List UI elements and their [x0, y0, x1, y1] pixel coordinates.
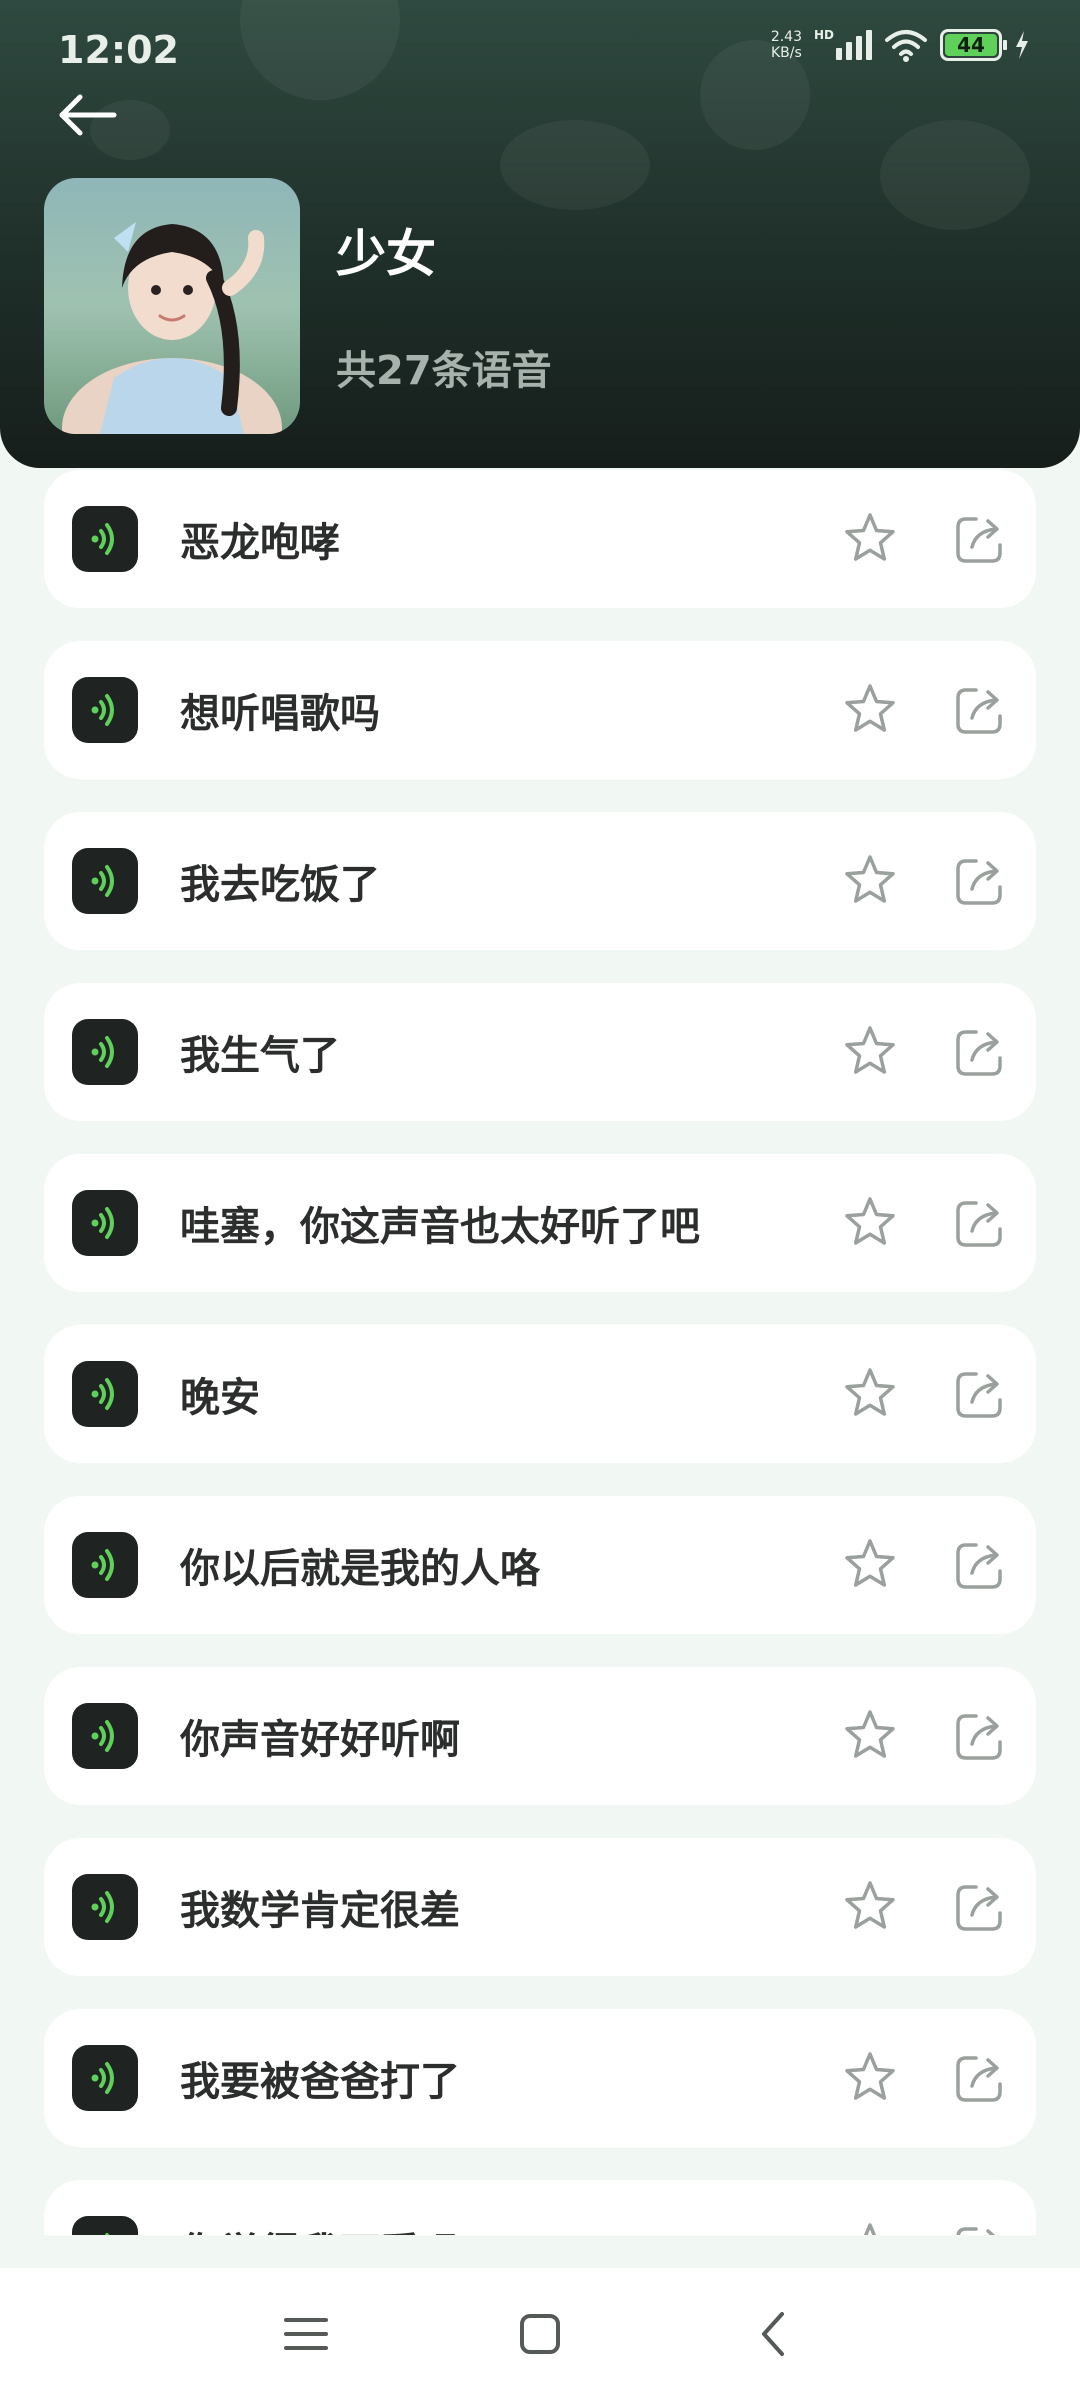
voice-count: 共27条语音	[336, 348, 552, 394]
voice-item-label: 我去吃饭了	[180, 862, 380, 908]
voice-item-label: 你声音好好听啊	[180, 1717, 460, 1763]
voice-item-label: 我数学肯定很差	[180, 1888, 460, 1934]
net-speed: 2.43 KB/s	[771, 29, 802, 61]
star-outline-icon[interactable]	[840, 2219, 900, 2235]
share-icon[interactable]	[950, 509, 1010, 569]
share-icon[interactable]	[950, 851, 1010, 911]
star-outline-icon[interactable]	[840, 1193, 900, 1253]
sound-wave-icon	[91, 1549, 114, 1581]
star-outline-icon[interactable]	[840, 1706, 900, 1766]
share-icon[interactable]	[950, 1193, 1010, 1253]
voice-item[interactable]: 你以后就是我的人咯	[44, 1496, 1036, 1634]
battery-level: 44	[945, 33, 997, 57]
home-square-icon[interactable]	[508, 2302, 572, 2366]
play-button[interactable]	[72, 677, 138, 743]
voice-item[interactable]: 你声音好好听啊	[44, 1667, 1036, 1805]
star-outline-icon[interactable]	[840, 680, 900, 740]
status-time: 12:02	[58, 28, 179, 72]
net-speed-value: 2.43	[770, 29, 802, 45]
sound-wave-icon	[91, 1891, 114, 1923]
play-button[interactable]	[72, 2216, 138, 2235]
star-outline-icon[interactable]	[840, 1022, 900, 1082]
voice-item[interactable]: 你觉得我可爱吗	[44, 2180, 1036, 2235]
voice-item[interactable]: 恶龙咆哮	[44, 470, 1036, 608]
play-button[interactable]	[72, 1532, 138, 1598]
voice-item-label: 我生气了	[180, 1033, 340, 1079]
star-outline-icon[interactable]	[840, 1535, 900, 1595]
play-button[interactable]	[72, 848, 138, 914]
share-icon[interactable]	[950, 2048, 1010, 2108]
voice-list: 恶龙咆哮想听唱歌吗我去吃饭了我生气了哇塞，你这声音也太好听了吧 晚安你以后就是我的…	[44, 470, 1036, 2235]
page-title: 少女	[336, 225, 436, 283]
star-outline-icon[interactable]	[840, 851, 900, 911]
avatar	[44, 178, 300, 434]
cell-signal-icon	[836, 30, 872, 60]
sound-wave-icon	[91, 865, 114, 897]
wifi-icon	[885, 30, 927, 62]
share-icon[interactable]	[950, 1706, 1010, 1766]
share-icon[interactable]	[950, 1022, 1010, 1082]
voice-item-label: 你觉得我可爱吗	[180, 2220, 840, 2235]
net-speed-unit: KB/s	[771, 45, 802, 61]
play-button[interactable]	[72, 2045, 138, 2111]
share-icon[interactable]	[950, 1364, 1010, 1424]
play-button[interactable]	[72, 1703, 138, 1769]
sound-wave-icon	[91, 523, 114, 555]
charging-icon	[1016, 31, 1028, 59]
sound-wave-icon	[91, 2062, 114, 2094]
voice-item-label: 你以后就是我的人咯	[180, 1546, 540, 1592]
voice-item-label: 我要被爸爸打了	[180, 2059, 460, 2105]
battery-icon: 44	[940, 29, 1007, 61]
back-arrow-icon[interactable]	[54, 82, 124, 152]
share-icon[interactable]	[950, 1535, 1010, 1595]
star-outline-icon[interactable]	[840, 1364, 900, 1424]
voice-item[interactable]: 我生气了	[44, 983, 1036, 1121]
star-outline-icon[interactable]	[840, 2048, 900, 2108]
sound-wave-icon	[91, 1378, 114, 1410]
chevron-left-icon[interactable]	[742, 2302, 806, 2366]
sound-wave-icon	[91, 1720, 114, 1752]
voice-item[interactable]: 我去吃饭了	[44, 812, 1036, 950]
decor-circle	[240, 0, 400, 100]
share-icon[interactable]	[950, 1877, 1010, 1937]
star-outline-icon[interactable]	[840, 1877, 900, 1937]
decor-circle	[880, 120, 1030, 230]
voice-item-label: 晚安	[180, 1375, 260, 1421]
play-button[interactable]	[72, 506, 138, 572]
voice-item[interactable]: 哇塞，你这声音也太好听了吧	[44, 1154, 1036, 1292]
play-button[interactable]	[72, 1190, 138, 1256]
play-button[interactable]	[72, 1361, 138, 1427]
voice-item[interactable]: 我要被爸爸打了	[44, 2009, 1036, 2147]
sound-wave-icon	[91, 1036, 114, 1068]
status-icons: 2.43 KB/s HD 44	[771, 28, 1030, 62]
sound-wave-icon	[105, 2233, 110, 2235]
voice-item[interactable]: 晚安	[44, 1325, 1036, 1463]
voice-item-label: 哇塞，你这声音也太好听了吧	[180, 1204, 700, 1250]
share-icon[interactable]	[950, 2219, 1010, 2235]
voice-item[interactable]: 我数学肯定很差	[44, 1838, 1036, 1976]
menu-icon[interactable]	[274, 2302, 338, 2366]
voice-item[interactable]: 想听唱歌吗	[44, 641, 1036, 779]
hd-badge: HD	[813, 28, 834, 42]
voice-item-label: 想听唱歌吗	[180, 691, 380, 737]
sound-wave-icon	[91, 694, 114, 726]
sound-wave-icon	[91, 1207, 114, 1239]
voice-item-label: 恶龙咆哮	[180, 520, 340, 566]
share-icon[interactable]	[950, 680, 1010, 740]
play-button[interactable]	[72, 1874, 138, 1940]
header: 12:02 2.43 KB/s HD 44 少女 共27条语音	[0, 0, 1080, 468]
star-outline-icon[interactable]	[840, 509, 900, 569]
play-button[interactable]	[72, 1019, 138, 1085]
navigation-bar	[0, 2268, 1080, 2400]
decor-circle	[500, 120, 650, 210]
